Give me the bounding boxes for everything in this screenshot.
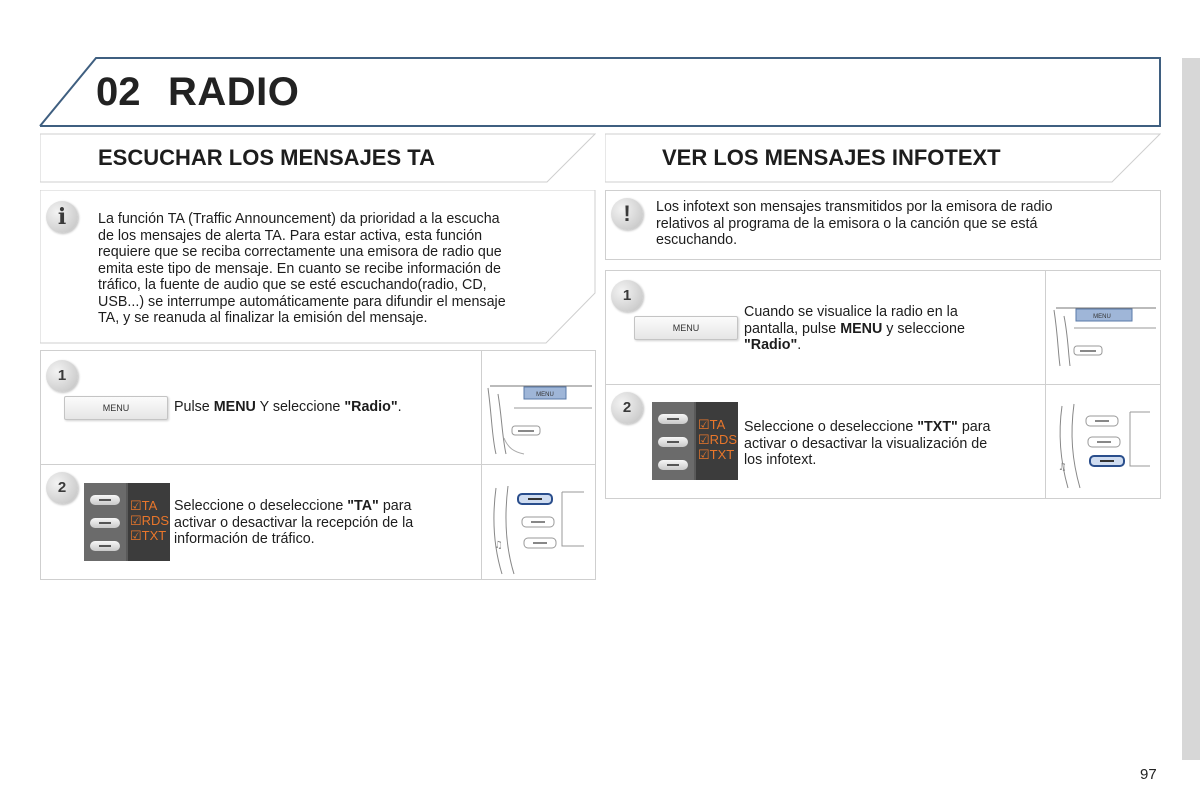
checkbox-icon: ☑ [698, 432, 710, 447]
chapter-title: RADIO [168, 70, 300, 114]
option-ta: TA [141, 498, 158, 513]
checkbox-icon: ☑ [130, 498, 142, 513]
infotext-steps-divider [605, 384, 1161, 385]
screen-menu-label: MENU [1093, 314, 1111, 320]
step-1-icon: 1 [46, 360, 78, 392]
screen-menu-label: MENU [536, 392, 554, 398]
section-heading-infotext: VER LOS MENSAJES INFOTEXT [605, 133, 1161, 183]
ta-steps-col-divider [481, 350, 482, 580]
infotext-step-2-text: Seleccione o deseleccione "TXT" para act… [744, 419, 991, 468]
dashboard-buttons-sketch: ♫ [1058, 403, 1150, 489]
svg-text:♫: ♫ [1058, 462, 1067, 473]
checkbox-icon: ☑ [698, 447, 710, 462]
options-screen: ☑TA ☑RDS ☑TXT [652, 402, 738, 480]
dashboard-menu-sketch: MENU [1053, 307, 1156, 367]
ta-steps-divider [40, 464, 596, 465]
infotext-step-1-text: Cuando se visualice la radio en la panta… [744, 304, 965, 353]
option-txt: TXT [709, 447, 735, 462]
page-number: 97 [1140, 766, 1157, 783]
side-tab-bar [1182, 58, 1200, 760]
step-2-icon: 2 [611, 392, 643, 424]
checkbox-icon: ☑ [130, 528, 142, 543]
option-rds: RDS [709, 432, 738, 447]
option-ta: TA [709, 417, 726, 432]
infotext-steps-col-divider [1045, 270, 1046, 499]
step-2-icon: 2 [46, 472, 78, 504]
ta-info-text: La función TA (Traffic Announcement) da … [98, 211, 506, 326]
ta-step-1-text: Pulse MENU Y seleccione "Radio". [174, 399, 402, 415]
section-heading-infotext-text: VER LOS MENSAJES INFOTEXT [662, 145, 1001, 170]
chapter-number: 02 [96, 70, 141, 114]
warning-icon: ! [611, 198, 643, 230]
menu-button[interactable]: MENU [64, 396, 168, 420]
step-1-icon: 1 [611, 280, 643, 312]
dashboard-buttons-sketch: ♫ [493, 485, 584, 575]
menu-button[interactable]: MENU [634, 316, 738, 340]
checkbox-icon: ☑ [130, 513, 142, 528]
options-screen: ☑TA ☑RDS ☑TXT [84, 483, 170, 561]
section-heading-ta-text: ESCUCHAR LOS MENSAJES TA [98, 145, 435, 170]
checkbox-icon: ☑ [698, 417, 710, 432]
infotext-warning-text: Los infotext son mensajes transmitidos p… [656, 199, 1053, 248]
section-heading-ta: ESCUCHAR LOS MENSAJES TA [40, 133, 596, 183]
ta-step-2-text: Seleccione o deseleccione "TA" para acti… [174, 498, 414, 547]
option-txt: TXT [141, 528, 167, 543]
dashboard-menu-sketch: MENU [487, 385, 592, 455]
option-rds: RDS [141, 513, 170, 528]
info-icon: i [46, 201, 78, 233]
svg-text:♫: ♫ [494, 540, 503, 551]
